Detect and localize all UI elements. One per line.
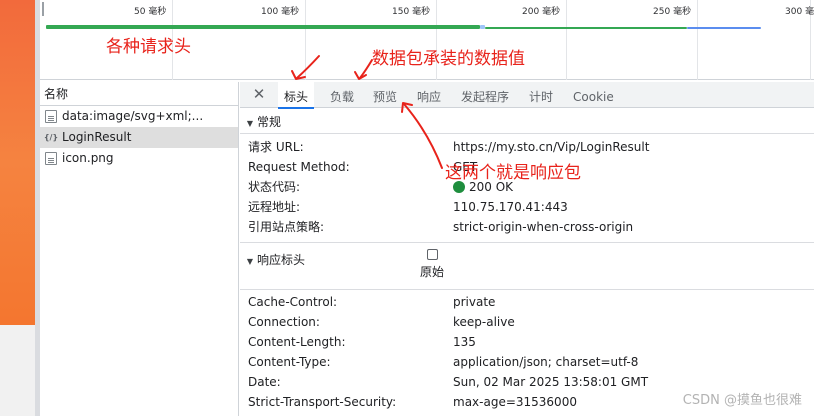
- section-general-header[interactable]: ▼ 常规: [240, 112, 814, 132]
- details-tab-bar: ✕ 标头 负载 预览 响应 发起程序 计时 Cookie: [240, 82, 814, 109]
- timeline-request-bar: [687, 27, 761, 29]
- raw-checkbox[interactable]: [426, 249, 438, 260]
- timeline-tick-label: 50 毫秒: [134, 7, 167, 17]
- close-icon[interactable]: ✕: [250, 85, 268, 103]
- tab-headers[interactable]: 标头: [278, 82, 315, 109]
- header-key: Request Method:: [248, 160, 350, 174]
- code-braces-icon: {/}: [43, 133, 59, 142]
- devtools-screenshot: 50 毫秒 100 毫秒 150 毫秒 200 毫秒 250 毫秒 300 毫秒…: [0, 0, 814, 416]
- section-general-title: 常规: [257, 115, 282, 129]
- document-icon: [45, 110, 57, 123]
- timeline-gridline: [697, 0, 698, 80]
- header-value: Sun, 02 Mar 2025 13:58:01 GMT: [453, 375, 649, 389]
- header-row: Content-Length: 135: [248, 332, 814, 352]
- annotation-response-packets: 这两个就是响应包: [445, 163, 581, 183]
- divider: [240, 289, 814, 290]
- header-key: Cache-Control:: [248, 295, 338, 309]
- request-row-selected[interactable]: {/} LoginResult: [40, 127, 238, 148]
- request-name: data:image/svg+xml;...: [62, 109, 204, 123]
- header-key: 引用站点策略:: [248, 220, 325, 234]
- triangle-down-icon: ▼: [246, 257, 254, 266]
- header-key: 状态代码:: [248, 180, 301, 194]
- tab-preview[interactable]: 预览: [367, 82, 403, 108]
- header-row: Cache-Control: private: [248, 292, 814, 312]
- page-grey-area: [0, 325, 35, 416]
- header-value: application/json; charset=utf-8: [453, 355, 639, 369]
- timeline-tick-label: 150 毫秒: [392, 7, 431, 17]
- divider: [240, 242, 814, 243]
- header-row: 引用站点策略: strict-origin-when-cross-origin: [248, 217, 814, 237]
- header-row: 远程地址: 110.75.170.41:443: [248, 197, 814, 217]
- header-row: Connection: keep-alive: [248, 312, 814, 332]
- annotation-payload-values: 数据包承装的数据值: [372, 49, 525, 69]
- page-background-strip: [0, 0, 35, 416]
- page-orange-area: [0, 0, 35, 325]
- raw-label: 原始: [419, 265, 444, 279]
- header-value: https://my.sto.cn/Vip/LoginResult: [453, 140, 650, 154]
- request-name: icon.png: [62, 151, 114, 165]
- column-header-name[interactable]: 名称: [40, 82, 238, 106]
- watermark: CSDN @摸鱼也很难: [682, 393, 802, 408]
- tab-initiator[interactable]: 发起程序: [455, 82, 515, 108]
- divider: [240, 133, 814, 134]
- header-value: private: [453, 295, 496, 309]
- request-row[interactable]: icon.png: [40, 148, 238, 169]
- section-response-headers-title: 响应标头: [257, 253, 306, 267]
- request-name: LoginResult: [62, 130, 132, 144]
- timeline-gridline: [305, 0, 306, 80]
- header-key: Content-Length:: [248, 335, 346, 349]
- triangle-down-icon: ▼: [246, 119, 254, 128]
- request-details-panel: ✕ 标头 负载 预览 响应 发起程序 计时 Cookie ▼ 常规 请求 URL:…: [240, 82, 814, 416]
- header-key: 请求 URL:: [248, 140, 304, 154]
- document-icon: [45, 152, 57, 165]
- timeline-tick-label: 100 毫秒: [261, 7, 300, 17]
- header-value: strict-origin-when-cross-origin: [453, 220, 634, 234]
- header-value: 110.75.170.41:443: [453, 200, 568, 214]
- annotation-request-headers: 各种请求头: [106, 37, 191, 57]
- timeline-tick-label: 250 毫秒: [653, 7, 692, 17]
- timeline-request-bar: [485, 27, 687, 29]
- header-row: Content-Type: application/json; charset=…: [248, 352, 814, 372]
- timeline-start-marker: [42, 2, 44, 16]
- timeline-gridline: [566, 0, 567, 80]
- timeline-request-bar: [46, 25, 480, 29]
- request-list-panel: 名称 data:image/svg+xml;... {/} LoginResul…: [40, 82, 239, 416]
- tab-timing[interactable]: 计时: [523, 82, 559, 108]
- header-key: Content-Type:: [248, 355, 331, 369]
- header-value: max-age=31536000: [453, 395, 577, 409]
- request-row[interactable]: data:image/svg+xml;...: [40, 106, 238, 127]
- timeline-tick-label: 300 毫秒: [785, 7, 814, 17]
- header-key: Strict-Transport-Security:: [248, 395, 397, 409]
- header-key: 远程地址:: [248, 200, 301, 214]
- timeline-tick-label: 200 毫秒: [522, 7, 561, 17]
- section-response-headers-header[interactable]: ▼ 响应标头: [240, 250, 814, 270]
- tab-response[interactable]: 响应: [411, 82, 447, 108]
- header-value: 135: [453, 335, 476, 349]
- header-key: Date:: [248, 375, 281, 389]
- tab-payload[interactable]: 负载: [324, 82, 360, 108]
- header-key: Connection:: [248, 315, 320, 329]
- tab-cookies[interactable]: Cookie: [567, 82, 620, 108]
- header-row: 请求 URL: https://my.sto.cn/Vip/LoginResul…: [248, 137, 814, 157]
- raw-headers-toggle[interactable]: 原始: [417, 249, 447, 280]
- header-value: keep-alive: [453, 315, 515, 329]
